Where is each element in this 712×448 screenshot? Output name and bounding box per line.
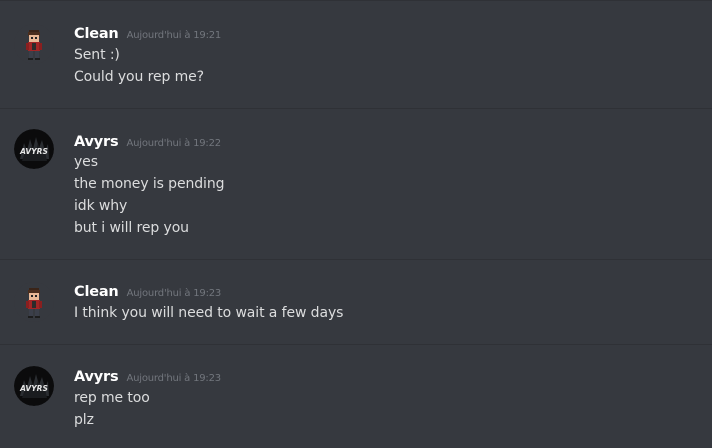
username[interactable]: Clean [74,284,119,300]
message-header: Clean Aujourd'hui à 19:23 [74,281,221,301]
message-text: Sent :) [74,47,120,63]
pixel-character-avatar[interactable] [14,282,54,322]
avatar-logo-text: AVYRS [19,384,48,393]
timestamp[interactable]: Aujourd'hui à 19:23 [127,288,222,299]
message-text: yes [74,154,98,170]
pixel-character-avatar[interactable] [14,24,54,64]
message-lines: yes the money is pending idk why but i w… [74,151,225,239]
avyrs-logo-avatar[interactable]: AVYRS [14,366,54,406]
message-lines: Sent :) Could you rep me? [74,44,204,88]
avatar-logo-text: AVYRS [19,147,48,156]
message-header: Avyrs Aujourd'hui à 19:22 [74,131,221,151]
message-group: Clean Aujourd'hui à 19:21 Sent :) Could … [0,0,712,109]
message-group: Clean Aujourd'hui à 19:23 I think you wi… [0,260,712,345]
message-text: idk why [74,198,128,214]
message-header: Clean Aujourd'hui à 19:21 [74,23,221,43]
timestamp[interactable]: Aujourd'hui à 19:23 [126,373,221,384]
message-text: the money is pending [74,176,225,192]
message-text: I think you will need to wait a few days [74,305,344,321]
timestamp[interactable]: Aujourd'hui à 19:22 [126,138,221,149]
message-text: but i will rep you [74,220,189,236]
chat-messages-pane: Clean Aujourd'hui à 19:21 Sent :) Could … [0,0,712,448]
message-group: AVYRS Avyrs Aujourd'hui à 19:22 yes the … [0,109,712,260]
username[interactable]: Clean [74,26,119,42]
message-text: plz [74,412,94,428]
message-text: Could you rep me? [74,69,204,85]
message-text: rep me too [74,390,150,406]
message-group: AVYRS Avyrs Aujourd'hui à 19:23 rep me t… [0,345,712,448]
message-lines: rep me too plz [74,387,150,431]
message-lines: I think you will need to wait a few days [74,302,343,324]
message-header: Avyrs Aujourd'hui à 19:23 [74,366,221,386]
timestamp[interactable]: Aujourd'hui à 19:21 [127,30,222,41]
avyrs-logo-avatar[interactable]: AVYRS [14,129,54,169]
username[interactable]: Avyrs [74,134,119,150]
username[interactable]: Avyrs [74,369,119,385]
